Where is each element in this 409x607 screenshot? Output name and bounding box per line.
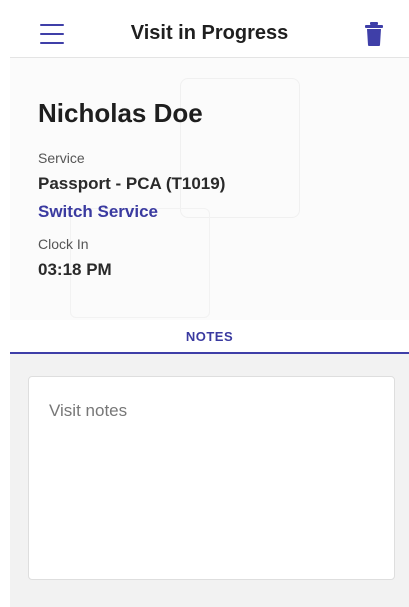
hamburger-menu-icon[interactable]: [40, 24, 64, 44]
clock-in-time: 03:18 PM: [38, 260, 112, 279]
page-title: Visit in Progress: [130, 22, 289, 44]
visit-details: Nicholas Doe Service Passport - PCA (T10…: [10, 58, 409, 320]
trash-icon[interactable]: [365, 22, 383, 46]
service-value: Passport - PCA (T1019): [38, 174, 226, 193]
tab-notes[interactable]: NOTES: [186, 329, 233, 344]
service-label: Service: [38, 150, 85, 166]
notes-card: [28, 376, 395, 580]
visit-notes-input[interactable]: [29, 377, 394, 579]
switch-service-link[interactable]: Switch Service: [38, 202, 158, 222]
app-root: Visit in Progress Nicholas Doe Service P…: [0, 0, 409, 607]
client-name: Nicholas Doe: [38, 98, 203, 128]
top-app-bar: Visit in Progress: [10, 10, 409, 58]
clock-in-label: Clock In: [38, 236, 89, 252]
tab-bar: NOTES: [10, 320, 409, 354]
